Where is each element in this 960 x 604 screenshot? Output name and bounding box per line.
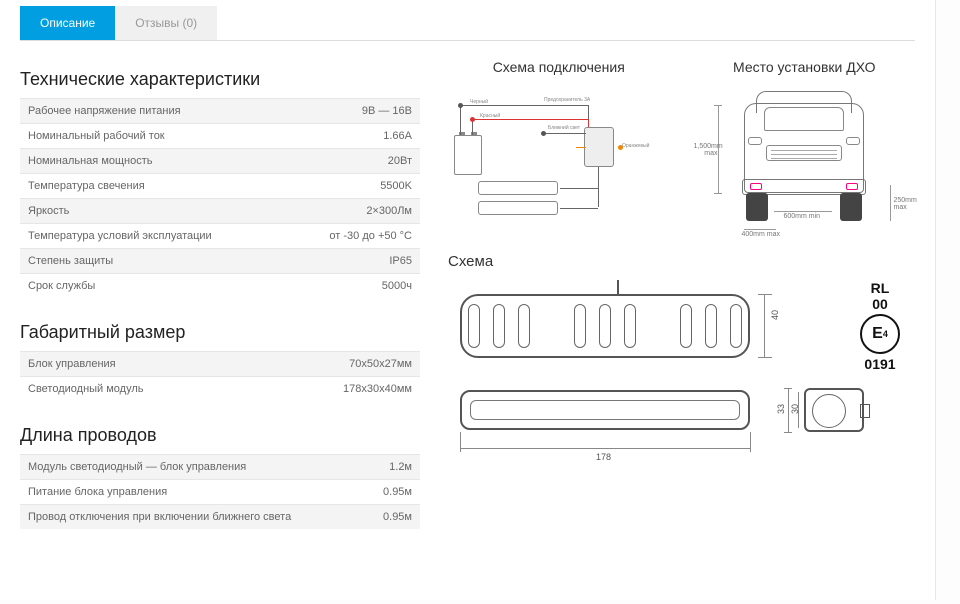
- tech-label: Яркость: [20, 199, 288, 224]
- wiring-diagram: Черный Предохранитель 3А Красный Ближний…: [448, 85, 658, 215]
- tech-value: 9В — 16В: [288, 99, 420, 124]
- wire-label: Провод отключения при включении ближнего…: [20, 505, 364, 530]
- dim-value: 178x30x40мм: [263, 377, 420, 402]
- battery-icon: [454, 135, 482, 175]
- ece-e-sub: 4: [883, 329, 888, 339]
- tab-reviews[interactable]: Отзывы (0): [115, 6, 217, 40]
- dim-top-height: 40: [770, 310, 780, 320]
- dim-label: Блок управления: [20, 352, 263, 377]
- wire-row: Модуль светодиодный — блок управления1.2…: [20, 455, 420, 480]
- wire-value: 1.2м: [364, 455, 420, 480]
- tech-row: Номинальный рабочий ток1.66А: [20, 124, 420, 149]
- dim-height: 1,500mm max: [694, 143, 718, 157]
- tech-label: Температура свечения: [20, 174, 288, 199]
- dim-value: 70x50х27мм: [263, 352, 420, 377]
- tech-label: Температура условий эксплуатации: [20, 224, 288, 249]
- dim-side-h2: 30: [790, 404, 800, 414]
- scheme-diagram: 40 178 33 30 RL: [448, 280, 915, 490]
- tech-row: Рабочее напряжение питания9В — 16В: [20, 99, 420, 124]
- tech-value: 2×300Лм: [288, 199, 420, 224]
- dim-label: Светодиодный модуль: [20, 377, 263, 402]
- tech-label: Номинальная мощность: [20, 149, 288, 174]
- wire-red-label: Красный: [480, 113, 500, 119]
- tech-value: 1.66А: [288, 124, 420, 149]
- wires-title: Длина проводов: [20, 425, 420, 446]
- dim-overhang: 400mm max: [742, 231, 781, 238]
- lamp-side-view: [804, 388, 864, 432]
- dim-row: Светодиодный модуль178x30x40мм: [20, 377, 420, 402]
- tech-row: Температура условий эксплуатацииот -30 д…: [20, 224, 420, 249]
- drl-right-icon: [846, 183, 858, 190]
- lamp-top-view: [460, 294, 750, 358]
- dim-width: 600mm min: [784, 213, 821, 220]
- connection-title: Схема подключения: [448, 59, 670, 75]
- fuse-label: Предохранитель 3А: [544, 97, 590, 103]
- tech-label: Степень защиты: [20, 249, 288, 274]
- tech-value: 20Вт: [288, 149, 420, 174]
- dimensions-title: Габаритный размер: [20, 322, 420, 343]
- ece-code: 0191: [845, 356, 915, 372]
- wire-row: Питание блока управления0.95м: [20, 480, 420, 505]
- dim-front-width: 178: [596, 452, 611, 462]
- dim-row: Блок управления70x50х27мм: [20, 352, 420, 377]
- tabs: Описание Отзывы (0): [20, 0, 915, 41]
- tab-description[interactable]: Описание: [20, 6, 115, 40]
- tech-label: Рабочее напряжение питания: [20, 99, 288, 124]
- low-beam-label: Ближний свет: [548, 125, 580, 131]
- wire-row: Провод отключения при включении ближнего…: [20, 505, 420, 530]
- ece-00: 00: [845, 296, 915, 312]
- control-unit-icon: [584, 127, 614, 167]
- wire-value: 0.95м: [364, 505, 420, 530]
- tech-row: Температура свечения5500K: [20, 174, 420, 199]
- wire-orange-label: Оранжевый: [622, 143, 649, 149]
- led-lamp-2-icon: [478, 201, 558, 215]
- tech-row: Степень защитыIP65: [20, 249, 420, 274]
- tech-label: Срок службы: [20, 274, 288, 299]
- ece-rl: RL: [845, 280, 915, 296]
- wire-label: Питание блока управления: [20, 480, 364, 505]
- tech-value: от -30 до +50 °C: [288, 224, 420, 249]
- ece-mark: RL 00 E4 0191: [845, 280, 915, 372]
- dimensions-table: Блок управления70x50х27ммСветодиодный мо…: [20, 351, 420, 401]
- wire-label: Модуль светодиодный — блок управления: [20, 455, 364, 480]
- tech-row: Яркость2×300Лм: [20, 199, 420, 224]
- tech-value: IP65: [288, 249, 420, 274]
- ece-circle-icon: E4: [860, 314, 900, 354]
- tech-spec-table: Рабочее напряжение питания9В — 16ВНомина…: [20, 98, 420, 298]
- tech-value: 5000ч: [288, 274, 420, 299]
- tech-row: Номинальная мощность20Вт: [20, 149, 420, 174]
- wire-value: 0.95м: [364, 480, 420, 505]
- wires-table: Модуль светодиодный — блок управления1.2…: [20, 454, 420, 529]
- tech-title: Технические характеристики: [20, 69, 420, 90]
- ece-e: E: [872, 325, 883, 343]
- dim-side-h1: 33: [776, 404, 786, 414]
- tech-row: Срок службы5000ч: [20, 274, 420, 299]
- dim-ground: 250mm max: [894, 197, 917, 211]
- vehicle-diagram: 1,500mm max 600mm min 250mm max 400mm ma…: [694, 85, 914, 235]
- lamp-front-view: [460, 390, 750, 430]
- tech-value: 5500K: [288, 174, 420, 199]
- drl-left-icon: [750, 183, 762, 190]
- scheme-title: Схема: [448, 253, 915, 270]
- wire-black-label: Черный: [470, 99, 488, 105]
- install-title: Место установки ДХО: [694, 59, 916, 75]
- led-lamp-1-icon: [478, 181, 558, 195]
- tech-label: Номинальный рабочий ток: [20, 124, 288, 149]
